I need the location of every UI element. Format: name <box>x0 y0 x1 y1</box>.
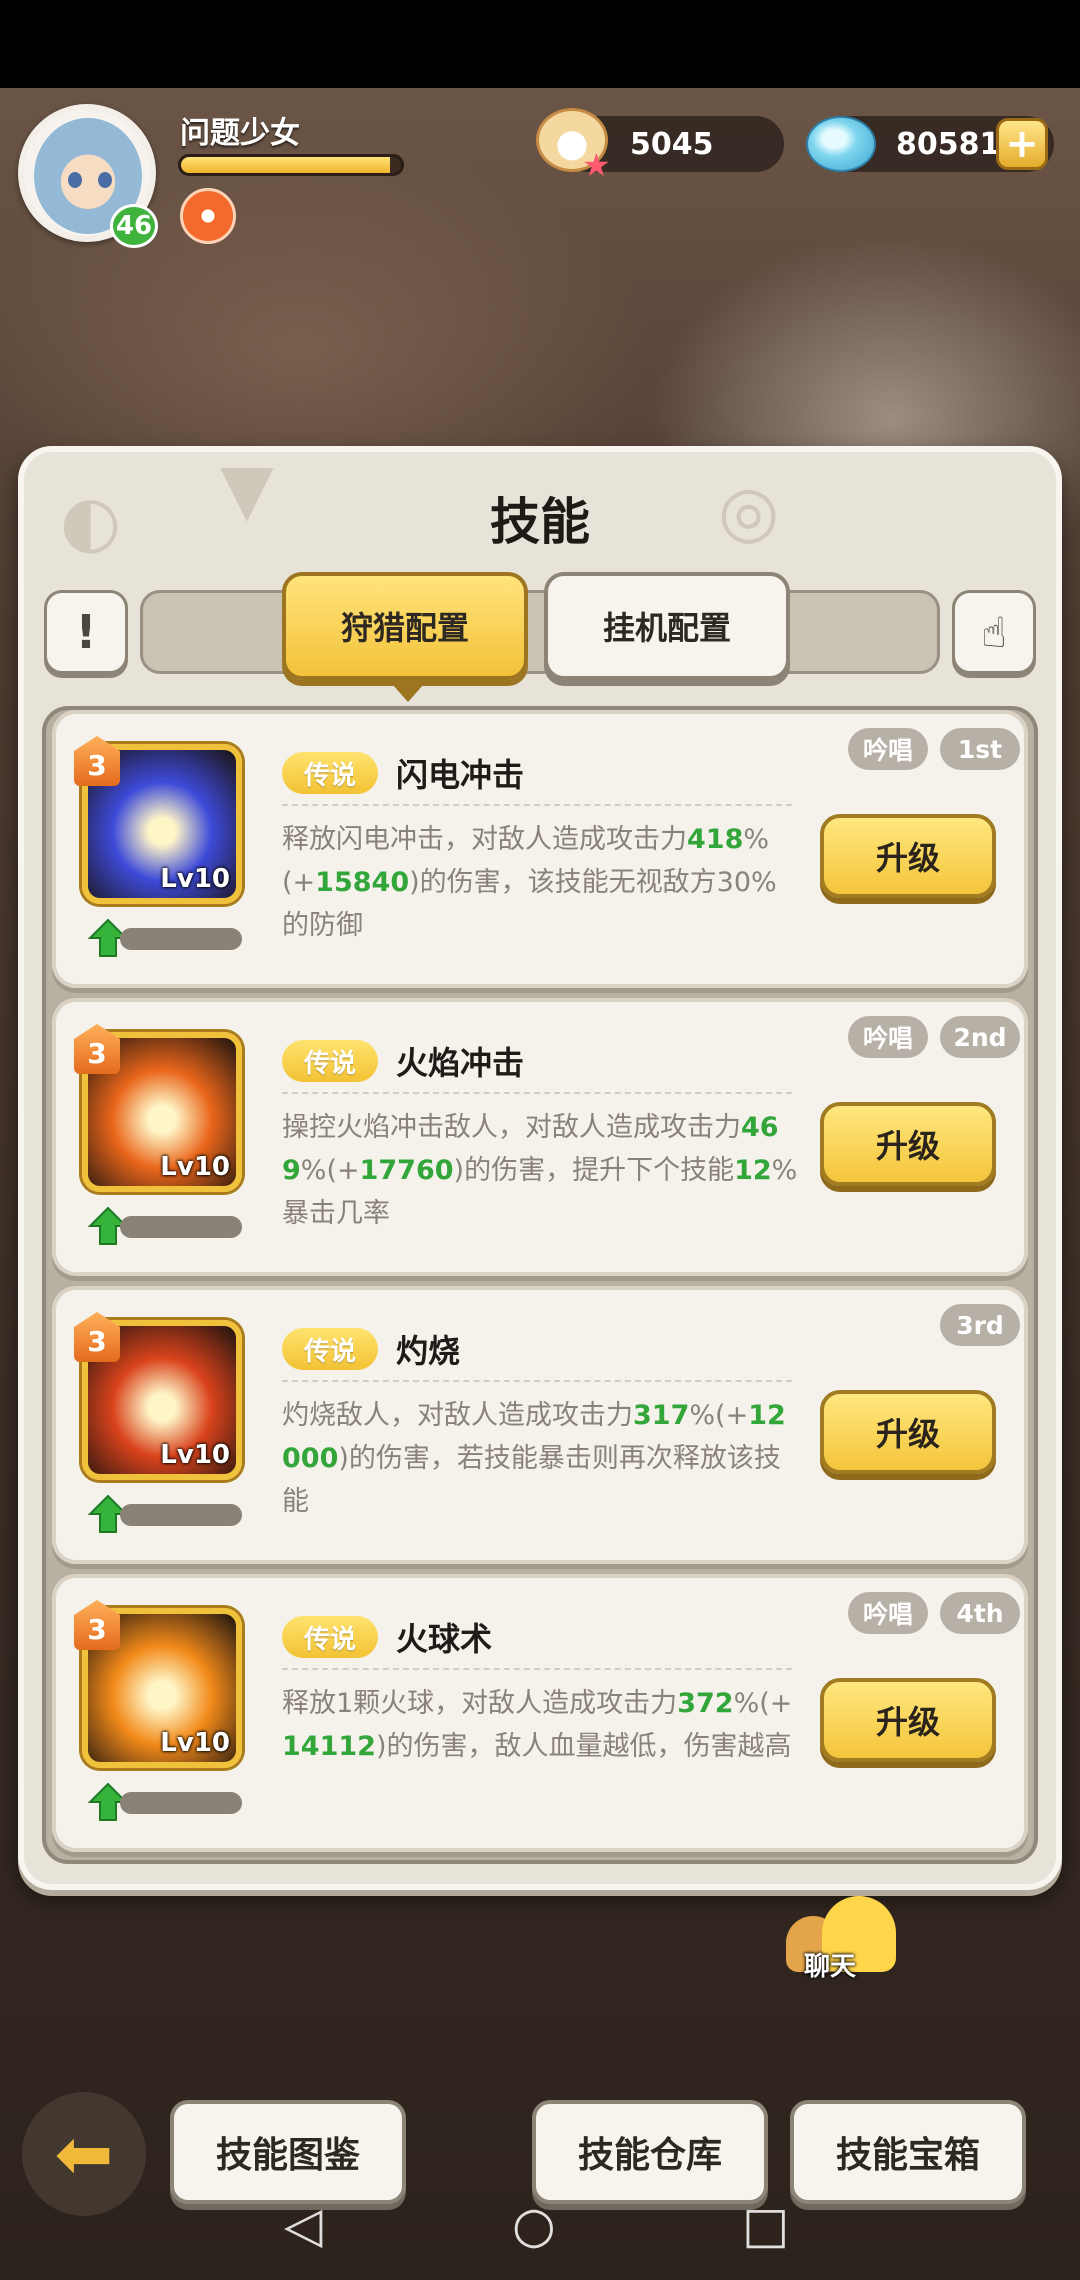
skill-progress-bar <box>120 1216 242 1238</box>
upgrade-button[interactable]: 升级 <box>820 1678 996 1762</box>
skill-card[interactable]: Lv10 3 传说 火球术 释放1颗火球，对敌人造成攻击力372%(+14112)的伤害… <box>52 1574 1028 1852</box>
tab-hunt-config[interactable]: 狩猎配置 <box>282 572 528 702</box>
description-segment: %(+ <box>733 1688 793 1719</box>
skill-progress-bar <box>120 928 242 950</box>
gem-icon <box>806 116 876 172</box>
chant-tag: 吟唱 <box>848 1592 928 1634</box>
skill-name: 火球术 <box>396 1620 493 1658</box>
description-segment: 372 <box>677 1688 734 1719</box>
info-button[interactable]: ! <box>44 590 128 674</box>
divider <box>282 1668 792 1670</box>
rarity-badge: 传说 <box>282 1040 378 1082</box>
skill-description: 操控火焰冲击敌人，对敌人造成攻击力469%(+17760)的伤害，提升下个技能1… <box>282 1106 802 1235</box>
chant-tag: 吟唱 <box>848 728 928 770</box>
player-level-badge: 46 <box>110 204 158 248</box>
gem-amount: 80581 <box>896 126 1001 162</box>
description-segment: 释放1颗火球，对敌人造成攻击力 <box>282 1688 678 1719</box>
tap-hand-button[interactable]: ☝ <box>952 590 1036 674</box>
skill-description: 释放闪电冲击，对敌人造成攻击力418%(+15840)的伤害，该技能无视敌方30… <box>282 818 802 947</box>
description-segment: )的伤害，敌人血量越低，伤害越高 <box>375 1731 792 1762</box>
xp-bar-fill <box>181 157 390 173</box>
upgrade-button[interactable]: 升级 <box>820 1102 996 1186</box>
order-tag: 1st <box>940 728 1020 770</box>
skill-description: 灼烧敌人，对敌人造成攻击力317%(+12000)的伤害，若技能暴击则再次释放该… <box>282 1394 802 1523</box>
status-bar <box>0 0 1080 88</box>
xp-bar <box>178 154 404 176</box>
order-tag: 2nd <box>940 1016 1020 1058</box>
description-segment: )的伤害，提升下个技能 <box>453 1155 735 1186</box>
description-segment: 17760 <box>359 1155 454 1186</box>
skill-name: 火焰冲击 <box>396 1044 525 1082</box>
description-segment: 418 <box>687 824 744 855</box>
skill-progress-bar <box>120 1504 242 1526</box>
description-segment: 317 <box>633 1400 690 1431</box>
nav-recents-icon[interactable]: □ <box>742 2196 789 2254</box>
divider <box>282 804 792 806</box>
skill-level: Lv10 <box>160 1152 230 1182</box>
rank-icon[interactable] <box>180 188 236 244</box>
chat-button[interactable]: 聊天 <box>786 1896 906 1986</box>
skill-name: 闪电冲击 <box>396 756 525 794</box>
order-tag: 3rd <box>940 1304 1020 1346</box>
nav-back-icon[interactable]: ◁ <box>284 2196 322 2254</box>
description-segment: %(+ <box>300 1155 360 1186</box>
exclamation-icon: ! <box>75 605 97 659</box>
panel-title: 技能 <box>490 493 590 551</box>
rarity-badge: 传说 <box>282 752 378 794</box>
skill-card[interactable]: Lv10 3 传说 灼烧 灼烧敌人，对敌人造成攻击力317%(+12000)的伤害，若技… <box>52 1286 1028 1564</box>
description-segment: %(+ <box>689 1400 749 1431</box>
skill-level: Lv10 <box>160 1728 230 1758</box>
avatar-eye-left <box>68 172 82 188</box>
description-segment: 12 <box>734 1155 772 1186</box>
rarity-badge: 传说 <box>282 1328 378 1370</box>
skill-name: 灼烧 <box>396 1332 461 1370</box>
skill-level: Lv10 <box>160 864 230 894</box>
description-segment: 灼烧敌人，对敌人造成攻击力 <box>282 1400 633 1431</box>
skill-card[interactable]: Lv10 3 传说 闪电冲击 释放闪电冲击，对敌人造成攻击力418%(+15840)的伤… <box>52 710 1028 988</box>
chat-label: 聊天 <box>804 1952 857 1982</box>
pearl-amount: 5045 <box>630 126 714 162</box>
add-gems-button[interactable]: + <box>996 118 1048 170</box>
description-segment: 操控火焰冲击敌人，对敌人造成攻击力 <box>282 1112 741 1143</box>
nav-home-icon[interactable]: ○ <box>512 2196 556 2254</box>
description-segment: 释放闪电冲击，对敌人造成攻击力 <box>282 824 687 855</box>
chant-tag: 吟唱 <box>848 1016 928 1058</box>
upgrade-button[interactable]: 升级 <box>820 814 996 898</box>
description-segment: 15840 <box>315 867 410 898</box>
skill-progress-bar <box>120 1792 242 1814</box>
upgrade-button[interactable]: 升级 <box>820 1390 996 1474</box>
divider <box>282 1380 792 1382</box>
tab-bar <box>140 590 940 674</box>
skill-description: 释放1颗火球，对敌人造成攻击力372%(+ 14112)的伤害，敌人血量越低，伤害… <box>282 1682 802 1768</box>
android-nav-bar: ◁ ○ □ <box>0 2176 1080 2280</box>
hand-pointer-icon: ☝ <box>981 607 1007 657</box>
player-name: 问题少女 <box>180 116 300 151</box>
skill-card[interactable]: Lv10 3 传说 火焰冲击 操控火焰冲击敌人，对敌人造成攻击力469%(+17760)… <box>52 998 1028 1276</box>
skill-level: Lv10 <box>160 1440 230 1470</box>
avatar-eye-right <box>98 172 112 188</box>
rarity-badge: 传说 <box>282 1616 378 1658</box>
description-segment: )的伤害，若技能暴击则再次释放该技能 <box>282 1443 781 1517</box>
starfish-icon: ★ <box>582 146 611 184</box>
divider <box>282 1092 792 1094</box>
order-tag: 4th <box>940 1592 1020 1634</box>
tab-idle-config[interactable]: 挂机配置 <box>544 572 790 680</box>
description-segment: 14112 <box>282 1731 376 1762</box>
